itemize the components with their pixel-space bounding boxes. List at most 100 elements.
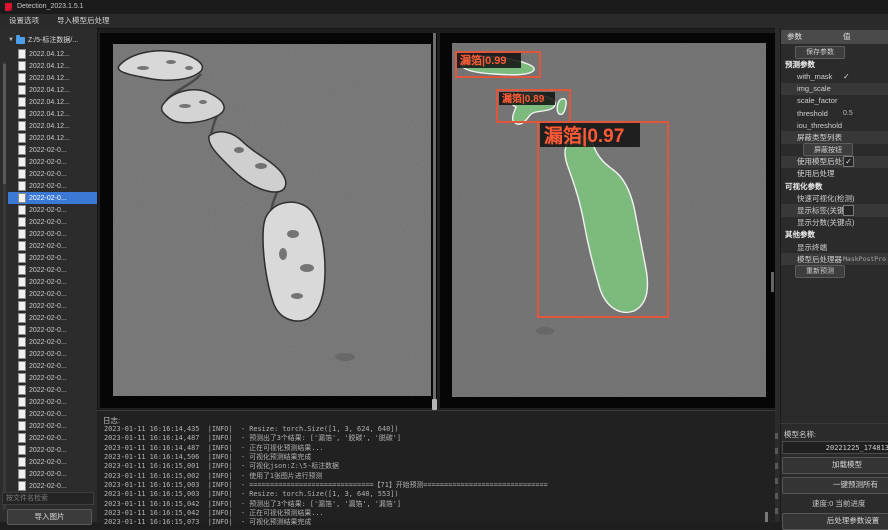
tree-file-item[interactable]: 2022-02-0... — [8, 216, 97, 228]
param-value[interactable]: ✓ — [843, 72, 850, 81]
menu-item[interactable]: 设置选项 — [0, 14, 48, 28]
tree-file-item[interactable]: 2022.04.12... — [8, 96, 97, 108]
tree-file-item[interactable]: 2022-02-0... — [8, 252, 97, 264]
tree-file-item[interactable]: 2022-02-0... — [8, 432, 97, 444]
param-row[interactable]: 快速可视化(检测) — [781, 192, 888, 204]
tree-item-label: 2022.04.12... — [29, 99, 70, 106]
viewer-scrollbar-thumb[interactable] — [432, 399, 437, 410]
tree-file-item[interactable]: 2022-02-0... — [8, 300, 97, 312]
tree-file-item[interactable]: 2022-02-0... — [8, 480, 97, 492]
param-label[interactable]: scale_factor — [781, 96, 837, 105]
param-row[interactable]: 显示标签(关键点) — [781, 204, 888, 216]
caret-down-icon[interactable]: ▼ — [8, 37, 14, 43]
tree-file-item[interactable]: 2022-02-0... — [8, 192, 97, 204]
param-label[interactable]: 快速可视化(检测) — [781, 193, 855, 204]
param-row[interactable]: 屏蔽类型列表 — [781, 131, 888, 143]
tree-item-label: 2022-02-0... — [29, 159, 67, 166]
file-icon — [18, 205, 26, 215]
tree-file-item[interactable]: 2022-02-0... — [8, 468, 97, 480]
param-label[interactable]: 保存参数 — [795, 46, 845, 59]
tree-file-item[interactable]: 2022-02-0... — [8, 228, 97, 240]
tree-file-item[interactable]: 2022-02-0... — [8, 360, 97, 372]
param-label[interactable]: 重新预测 — [795, 265, 845, 278]
param-label[interactable]: 显示分数(关键点) — [781, 217, 855, 228]
param-label[interactable]: 屏蔽类型列表 — [781, 132, 842, 143]
param-label[interactable]: 使用模型后处理 — [781, 156, 850, 167]
tree-root-item[interactable]: ▼ Z:/5-标注数据/... — [8, 34, 78, 46]
param-row[interactable]: threshold 0.5 — [781, 107, 888, 119]
tree-file-item[interactable]: 2022.04.12... — [8, 72, 97, 84]
tree-file-item[interactable]: 2022-02-0... — [8, 372, 97, 384]
tree-file-item[interactable]: 2022-02-0... — [8, 156, 97, 168]
param-value[interactable]: 0.5 — [843, 110, 853, 117]
param-label[interactable]: 预测参数 — [781, 59, 815, 70]
log-line: 2023-01-11 16:16:14,487 |INFO| - 预测出了3个结… — [104, 434, 548, 443]
param-label[interactable]: 使用后处理 — [781, 168, 835, 179]
viewer-splitter[interactable] — [433, 33, 436, 408]
file-icon — [18, 97, 26, 107]
param-label[interactable]: 其他参数 — [781, 229, 815, 240]
tree-file-item[interactable]: 2022.04.12... — [8, 84, 97, 96]
load-model-button[interactable]: 加载模型 — [782, 457, 888, 474]
param-row[interactable]: 其他参数 — [781, 229, 888, 241]
tree-file-item[interactable]: 2022.04.12... — [8, 60, 97, 72]
tree-file-item[interactable]: 2022-02-0... — [8, 288, 97, 300]
tree-file-item[interactable]: 2022-02-0... — [8, 312, 97, 324]
tree-file-item[interactable]: 2022.04.12... — [8, 132, 97, 144]
tree-file-item[interactable]: 2022-02-0... — [8, 420, 97, 432]
param-row[interactable]: with_mask ✓ — [781, 70, 888, 82]
menu-item[interactable]: 导入模型后处理 — [48, 14, 119, 28]
tree-file-item[interactable]: 2022-02-0... — [8, 336, 97, 348]
tree-file-item[interactable]: 2022.04.12... — [8, 48, 97, 60]
tree-file-item[interactable]: 2022-02-0... — [8, 444, 97, 456]
param-value[interactable] — [843, 205, 854, 216]
tree-file-item[interactable]: 2022-02-0... — [8, 384, 97, 396]
param-row[interactable]: 使用模型后处理 — [781, 156, 888, 168]
param-row[interactable]: 模型后处理器 MaskPostPro — [781, 253, 888, 265]
tree-file-item[interactable]: 2022-02-0... — [8, 396, 97, 408]
param-value[interactable]: MaskPostPro — [843, 255, 886, 263]
param-label[interactable]: iou_threshold — [781, 121, 842, 130]
model-name-field[interactable]: 20221225_174813 — [782, 441, 888, 454]
tree-file-item[interactable]: 2022-02-0... — [8, 456, 97, 468]
param-value[interactable] — [843, 156, 854, 167]
tree-file-item[interactable]: 2022-02-0... — [8, 180, 97, 192]
param-row[interactable]: 保存参数 — [781, 46, 888, 58]
file-icon — [18, 85, 26, 95]
param-row[interactable]: img_scale — [781, 83, 888, 95]
log-scrollbar-thumb[interactable] — [765, 512, 768, 522]
tree-file-item[interactable]: 2022-02-0... — [8, 204, 97, 216]
predict-all-button[interactable]: 一键预测所有 — [782, 477, 888, 494]
param-row[interactable]: 显示终端 — [781, 241, 888, 253]
param-row[interactable]: 使用后处理 — [781, 168, 888, 180]
param-label[interactable]: 显示终端 — [781, 242, 827, 253]
param-label[interactable]: img_scale — [781, 84, 831, 93]
tree-file-item[interactable]: 2022-02-0... — [8, 324, 97, 336]
param-label[interactable]: with_mask — [781, 72, 832, 81]
search-input[interactable] — [2, 492, 94, 505]
tree-file-item[interactable]: 2022-02-0... — [8, 264, 97, 276]
params-scrollbar-thumb[interactable] — [771, 272, 774, 292]
param-row[interactable]: 预测参数 — [781, 58, 888, 70]
param-label[interactable]: 模型后处理器 — [781, 254, 842, 265]
param-row[interactable]: 可视化参数 — [781, 180, 888, 192]
tree-file-item[interactable]: 2022-02-0... — [8, 276, 97, 288]
tree-file-item[interactable]: 2022.04.12... — [8, 120, 97, 132]
tree-file-item[interactable]: 2022-02-0... — [8, 348, 97, 360]
param-label[interactable]: 屏蔽按钮 — [803, 143, 853, 156]
param-row[interactable]: 重新预测 — [781, 265, 888, 277]
tree-file-item[interactable]: 2022-02-0... — [8, 168, 97, 180]
param-row[interactable]: 显示分数(关键点) — [781, 217, 888, 229]
param-row[interactable]: 屏蔽按钮 — [781, 144, 888, 156]
tree-file-item[interactable]: 2022-02-0... — [8, 408, 97, 420]
param-row[interactable]: scale_factor — [781, 95, 888, 107]
import-images-button[interactable]: 导入图片 — [7, 509, 92, 525]
tree-item-label: 2022-02-0... — [29, 411, 67, 418]
file-icon — [18, 241, 26, 251]
param-label[interactable]: threshold — [781, 109, 828, 118]
param-label[interactable]: 可视化参数 — [781, 181, 823, 192]
tree-file-item[interactable]: 2022-02-0... — [8, 144, 97, 156]
param-row[interactable]: iou_threshold — [781, 119, 888, 131]
tree-file-item[interactable]: 2022-02-0... — [8, 240, 97, 252]
tree-file-item[interactable]: 2022.04.12... — [8, 108, 97, 120]
